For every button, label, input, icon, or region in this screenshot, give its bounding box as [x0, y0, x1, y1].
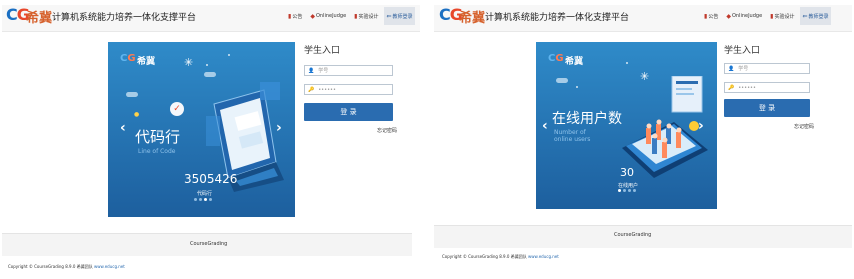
- cloud-decor: [126, 92, 138, 97]
- stat-value: 30: [620, 166, 634, 179]
- carousel-dot[interactable]: [633, 189, 636, 192]
- banner-subline: Number of online users: [554, 129, 591, 143]
- cloud-decor: [204, 72, 216, 77]
- username-input[interactable]: 👤 学号: [724, 63, 810, 74]
- nav-item-experiment[interactable]: ▮ 实验设计: [352, 7, 380, 25]
- password-input[interactable]: 🔑 ••••••: [724, 82, 810, 93]
- login-button[interactable]: 登 录: [304, 103, 393, 121]
- nav-item-onlinejudge[interactable]: ◆ OnlineJudge: [724, 7, 764, 25]
- forgot-password-link[interactable]: 忘记密码: [377, 127, 397, 134]
- bulb-icon: ●: [134, 111, 140, 118]
- carousel-prev-arrow[interactable]: ‹: [542, 118, 548, 134]
- banner-logo-text: 希冀: [565, 57, 584, 67]
- stat-label: 代码行: [197, 191, 213, 197]
- platform-title: 计算机系统能力培养一体化支撑平台: [485, 13, 630, 23]
- carousel-dot[interactable]: [209, 198, 212, 201]
- nav-item-notice[interactable]: ▮ 公告: [702, 7, 720, 25]
- nav-item-experiment[interactable]: ▮ 实验设计: [768, 7, 796, 25]
- login-icon: ⇐: [802, 12, 808, 20]
- carousel-banner: CG 希冀 ✳ ✓ ● ‹ › 代码行 Line of Code 3505426…: [108, 42, 295, 217]
- carousel-next-arrow[interactable]: ›: [276, 120, 282, 136]
- username-input[interactable]: 👤 学号: [304, 65, 393, 76]
- brand-name: 希冀: [459, 11, 486, 26]
- bell-icon: ▮: [704, 12, 708, 20]
- banner-subline: Line of Code: [138, 148, 176, 155]
- decor-dot: [626, 62, 628, 64]
- login-button[interactable]: 登 录: [724, 99, 810, 117]
- sparkle-icon: ✳: [184, 56, 194, 69]
- stat-value: 3505426: [184, 172, 238, 186]
- forgot-password-link[interactable]: 忘记密码: [794, 123, 814, 130]
- cloud-decor: [556, 78, 568, 83]
- flask-icon: ▮: [770, 12, 774, 20]
- carousel-indicators: [194, 198, 212, 201]
- carousel-next-arrow[interactable]: ›: [698, 118, 704, 134]
- carousel-dot-active[interactable]: [204, 198, 207, 201]
- nav-item-teacher-login[interactable]: ⇐ 教师登录: [800, 7, 831, 25]
- login-title: 学生入口: [724, 46, 761, 56]
- login-icon: ⇐: [386, 12, 392, 20]
- brand-name: 希冀: [26, 11, 53, 26]
- top-nav: ▮ 公告 ◆ OnlineJudge ▮ 实验设计 ⇐ 教师登录: [702, 7, 831, 25]
- code-icon: ◆: [726, 12, 731, 20]
- nav-item-onlinejudge[interactable]: ◆ OnlineJudge: [308, 7, 348, 25]
- user-icon: 👤: [728, 65, 735, 72]
- top-nav: ▮ 公告 ◆ OnlineJudge ▮ 实验设计 ⇐ 教师登录: [286, 7, 415, 25]
- banner-headline: 在线用户数: [552, 111, 622, 127]
- nav-item-teacher-login[interactable]: ⇐ 教师登录: [384, 7, 415, 25]
- login-title: 学生入口: [304, 46, 341, 56]
- banner-logo-icon: CG: [548, 53, 564, 64]
- copyright-link[interactable]: www.educg.net: [528, 254, 559, 259]
- carousel-dot[interactable]: [628, 189, 631, 192]
- user-icon: 👤: [308, 67, 315, 74]
- carousel-prev-arrow[interactable]: ‹: [120, 120, 126, 136]
- flask-icon: ▮: [354, 12, 358, 20]
- key-icon: 🔑: [308, 86, 315, 93]
- check-badge-icon: ✓: [170, 102, 184, 116]
- banner-logo-text: 希冀: [137, 57, 156, 67]
- copyright: Copyright © CourseGrading 8.9.0 希冀团队 www…: [442, 254, 559, 259]
- bell-icon: ▮: [288, 12, 292, 20]
- decor-dot: [206, 64, 208, 66]
- carousel-dot[interactable]: [623, 189, 626, 192]
- carousel-banner: CG 希冀 ✳ ‹ › 在线用户数 Number of online users…: [536, 42, 717, 209]
- decor-dot: [576, 86, 578, 88]
- copyright: Copyright © CourseGrading 8.9.0 希冀团队 www…: [8, 264, 125, 269]
- code-icon: ◆: [310, 12, 315, 20]
- password-input[interactable]: 🔑 ••••••: [304, 84, 393, 95]
- key-icon: 🔑: [728, 84, 735, 91]
- carousel-dot[interactable]: [199, 198, 202, 201]
- carousel-dot[interactable]: [194, 198, 197, 201]
- footer-name: CourseGrading: [614, 232, 652, 238]
- platform-title: 计算机系统能力培养一体化支撑平台: [52, 13, 197, 23]
- nav-item-notice[interactable]: ▮ 公告: [286, 7, 304, 25]
- copyright-link[interactable]: www.educg.net: [94, 264, 125, 269]
- footer-name: CourseGrading: [190, 241, 228, 247]
- banner-logo-icon: CG: [120, 53, 136, 64]
- decor-dot: [228, 54, 230, 56]
- banner-headline: 代码行: [135, 128, 181, 146]
- carousel-dot-active[interactable]: [618, 189, 621, 192]
- carousel-indicators: [618, 189, 636, 192]
- stat-label: 在线用户: [618, 183, 639, 189]
